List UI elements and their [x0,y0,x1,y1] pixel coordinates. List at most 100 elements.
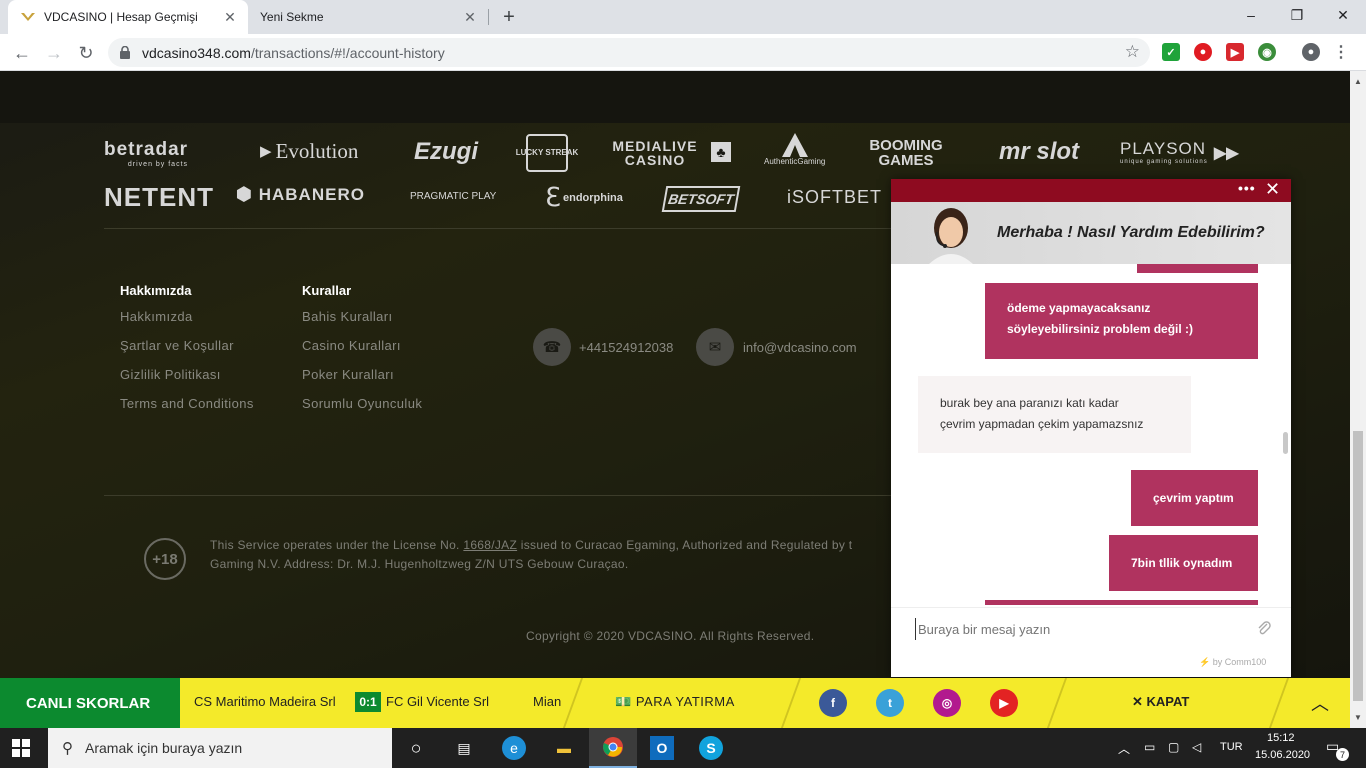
tab-title: VDCASINO | Hesap Geçmişi [44,10,198,24]
task-view-icon[interactable]: ▤ [452,736,476,760]
live-scores-button[interactable]: CANLI SKORLAR [0,678,180,728]
provider-logo-playson: PLAYSON unique gaming solutions [1120,139,1208,165]
club-icon: ♣ [711,142,731,162]
chevron-up-icon[interactable]: ︿ [1290,678,1350,728]
windows-taskbar: ⚲ Aramak için buraya yazın ○ ▤ e ▬ O S ︿… [0,728,1366,768]
new-tab-button[interactable]: + [498,6,520,28]
facebook-icon[interactable]: f [819,689,847,717]
chrome-icon [603,737,623,757]
tab-close-icon[interactable]: ✕ [460,7,480,27]
tab-title: Yeni Sekme [260,10,324,24]
contact-email[interactable]: info@vdcasino.com [743,340,857,355]
skype-icon[interactable]: S [699,736,723,760]
clock-date[interactable]: 15.06.2020 [1255,749,1310,761]
chat-menu-icon[interactable]: ••• [1238,180,1256,196]
email-icon: ✉ [696,328,734,366]
footer-link-privacy[interactable]: Gizlilik Politikası [120,367,221,382]
reload-button[interactable]: ↻ [72,39,100,67]
windows-start-icon[interactable] [12,739,30,757]
match-home-team[interactable]: CS Maritimo Madeira Srl [194,694,336,709]
message-line: söyleyebilirsiniz problem değil :) [1007,322,1194,336]
attachment-icon[interactable] [1257,620,1271,641]
scroll-thumb[interactable] [1353,431,1363,701]
extension-media-icon[interactable]: ▶ [1226,43,1244,61]
chat-input-area: ⚡ by Comm100 [891,607,1291,677]
tab-close-icon[interactable]: ✕ [220,7,240,27]
copyright-text: Copyright © 2020 VDCASINO. All Rights Re… [526,629,815,643]
chrome-taskbar-button[interactable] [589,728,637,768]
provider-name: Evolution [275,139,359,163]
match-score: 0:1 [355,692,381,712]
bookmark-star-icon[interactable]: ☆ [1125,42,1140,62]
chat-close-icon[interactable]: ✕ [1265,179,1280,200]
volume-icon[interactable]: ◁ [1192,740,1201,754]
extension-check-icon[interactable]: ✓ [1162,43,1180,61]
minimize-button[interactable]: – [1228,0,1274,30]
close-window-button[interactable]: ✕ [1320,0,1366,30]
extension-adblock-icon[interactable]: ● [1194,43,1212,61]
scroll-down-icon[interactable]: ▼ [1350,709,1366,725]
instagram-icon[interactable]: ◎ [933,689,961,717]
battery-icon[interactable]: ▭ [1144,740,1155,754]
lock-icon [120,46,132,60]
provider-logo-pragmatic: PRAGMATIC PLAY [410,191,497,202]
search-icon: ⚲ [62,740,73,757]
bar-separator [1046,678,1068,728]
provider-logo-betradar: betradar driven by facts [104,139,188,168]
back-button[interactable]: ← [8,39,36,67]
tab-new[interactable]: Yeni Sekme ✕ [248,0,488,34]
maximize-button[interactable]: ❐ [1274,0,1320,30]
cortana-icon[interactable]: ○ [404,736,428,760]
edge-icon[interactable]: e [502,736,526,760]
message-line: burak bey ana paranızı katı kadar [940,396,1119,410]
close-bar-button[interactable]: ✕ KAPAT [1132,694,1189,710]
footer-link-terms[interactable]: Şartlar ve Koşullar [120,338,234,353]
footer-link-terms-en[interactable]: Terms and Conditions [120,396,254,411]
chat-header-bar: ••• ✕ [891,179,1291,202]
chat-message-input[interactable] [915,618,1245,640]
network-icon[interactable]: ▢ [1168,740,1179,754]
youtube-icon[interactable]: ▶ [990,689,1018,717]
license-number-link[interactable]: 1668/JAZ [463,538,517,552]
footer-link-about[interactable]: Hakkımızda [120,309,193,324]
next-match[interactable]: Mian [533,694,561,709]
bottom-site-bar: CANLI SKORLAR CS Maritimo Madeira Srl 0:… [0,678,1350,728]
license-text: This Service operates under the License … [210,536,900,574]
outlook-icon[interactable]: O [650,736,674,760]
taskbar-search[interactable]: ⚲ Aramak için buraya yazın [48,728,392,768]
provider-logo-evolution: ▶ Evolution [260,139,358,164]
tray-chevron-icon[interactable]: ︿ [1118,740,1130,757]
forward-button[interactable]: → [40,39,68,67]
chat-messages[interactable]: ödeme yapmayacaksanız söyleyebilirsiniz … [891,264,1291,605]
page-scrollbar[interactable]: ▲ ▼ [1350,71,1366,728]
provider-name: HABANERO [258,184,365,204]
language-indicator[interactable]: TUR [1220,741,1243,753]
provider-logo-mrslot: mr slot [999,138,1080,165]
chat-scroll-thumb[interactable] [1283,432,1288,454]
profile-avatar-icon[interactable]: ● [1302,43,1320,61]
bolt-icon: ⚡ [1199,657,1211,667]
twitter-icon[interactable]: t [876,689,904,717]
footer-link-poker-rules[interactable]: Poker Kuralları [302,367,394,382]
scroll-up-icon[interactable]: ▲ [1350,73,1366,89]
extension-globe-icon[interactable]: ◉ [1258,43,1276,61]
tab-active[interactable]: VDCASINO | Hesap Geçmişi ✕ [8,0,248,34]
address-bar[interactable]: vdcasino348.com/transactions/#!/account-… [108,38,1150,67]
match-away-team[interactable]: FC Gil Vicente Srl [386,694,489,709]
browser-menu-icon[interactable]: ⋮ [1332,43,1350,61]
clock-time[interactable]: 15:12 [1267,732,1295,744]
url-host: vdcasino348.com [142,44,251,61]
evolution-icon: ▶ [260,144,272,160]
license-address: Gaming N.V. Address: Dr. M.J. Hugenholtz… [210,557,629,571]
provider-name: AuthenticGaming [764,157,826,166]
footer-link-responsible[interactable]: Sorumlu Oyunculuk [302,396,422,411]
deposit-button[interactable]: 💵 PARA YATIRMA [615,694,735,710]
footer-link-casino-rules[interactable]: Casino Kuralları [302,338,401,353]
footer-link-betting-rules[interactable]: Bahis Kuralları [302,309,393,324]
endorphina-e-icon: ℇ [545,182,561,212]
file-explorer-icon[interactable]: ▬ [552,736,576,760]
deposit-label: PARA YATIRMA [635,694,735,709]
chat-message-user: çevrim yaptım [1131,470,1258,526]
powered-by: ⚡ by Comm100 [1199,657,1266,668]
contact-phone[interactable]: +441524912038 [579,340,673,355]
